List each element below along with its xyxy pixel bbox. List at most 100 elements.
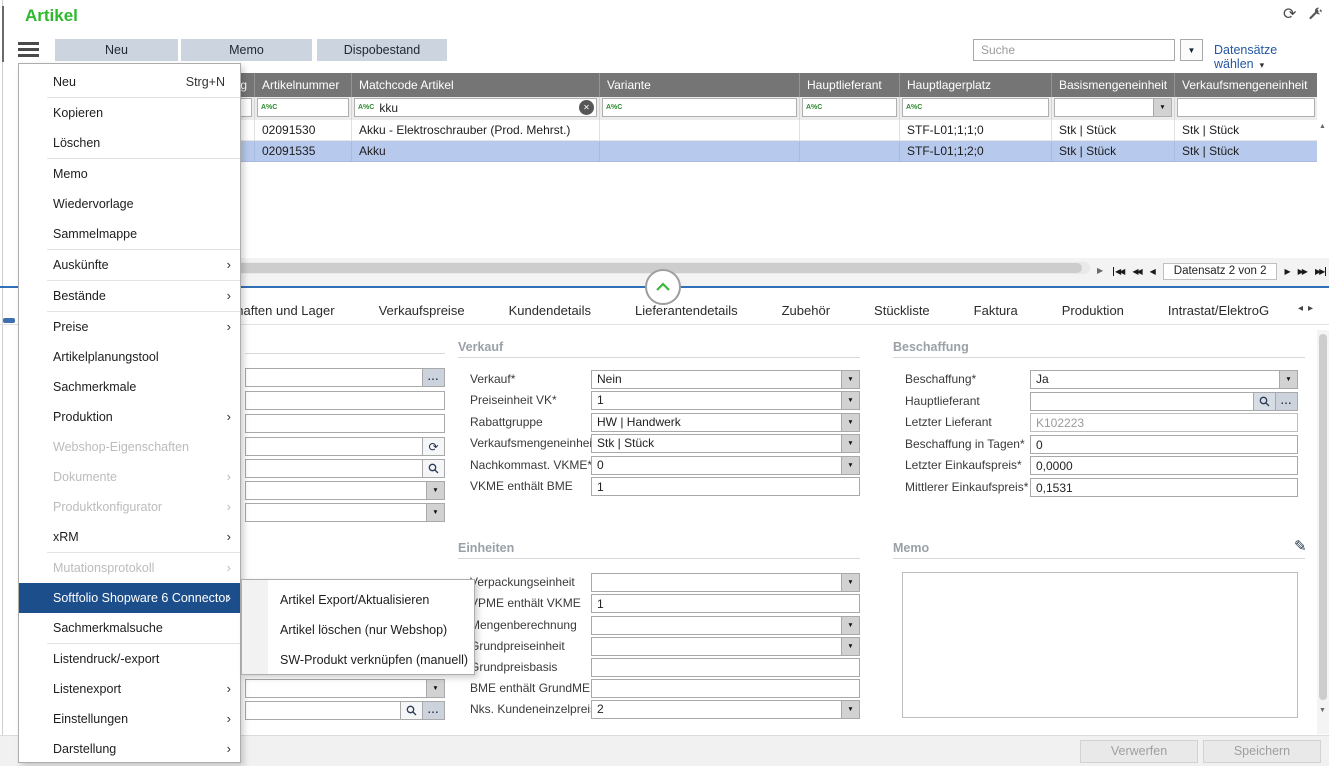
search-filter-dropdown[interactable]: ▼	[1180, 39, 1203, 61]
filter-input-artikelnummer[interactable]	[280, 101, 348, 115]
bme-enthaelt-grundme-input[interactable]	[591, 679, 860, 698]
menu-item-neu[interactable]: NeuStrg+N	[19, 67, 240, 97]
edit-memo-pencil-icon[interactable]: ✎	[1294, 537, 1307, 555]
nav-first-record-icon[interactable]: ◀◀	[1113, 267, 1125, 276]
grundpreisbasis-input[interactable]	[591, 658, 860, 677]
letzter-einkaufspreis-input[interactable]	[1030, 456, 1298, 475]
menu-item-bestaende[interactable]: Bestände›	[19, 281, 240, 311]
left-field-6-dropdown[interactable]: ▼	[245, 481, 445, 500]
neu-button[interactable]: Neu	[55, 39, 178, 61]
clear-filter-icon[interactable]: ✕	[579, 100, 594, 115]
vpme-enthaelt-vkme-input[interactable]	[591, 594, 860, 613]
col-header-matchcode[interactable]: Matchcode Artikel	[352, 73, 600, 97]
tab-intrastat-elektrog[interactable]: Intrastat/ElektroG	[1168, 296, 1269, 326]
mittlerer-einkaufspreis-input[interactable]	[1030, 478, 1298, 497]
verpackungseinheit-select[interactable]: ▼	[591, 573, 860, 592]
search-input[interactable]	[973, 39, 1175, 61]
nav-next-page-icon[interactable]: ▶▶	[1298, 267, 1308, 276]
grundpreiseinheit-select[interactable]: ▼	[591, 637, 860, 656]
wrench-icon[interactable]	[1308, 7, 1323, 27]
verkauf-select[interactable]: Nein▼	[591, 370, 860, 389]
menu-item-listenexport[interactable]: Listenexport›	[19, 674, 240, 704]
memo-textarea[interactable]	[902, 572, 1298, 718]
memo-button[interactable]: Memo	[181, 39, 312, 61]
tab-faktura[interactable]: Faktura	[974, 296, 1018, 326]
vkme-enthaelt-bme-input[interactable]	[591, 477, 860, 496]
refresh-icon[interactable]: ⟳	[1283, 4, 1296, 24]
records-select-button[interactable]: Datensätze wählen▾	[1214, 43, 1329, 71]
menu-item-loeschen[interactable]: Löschen	[19, 128, 240, 158]
ellipsis-button[interactable]: ...	[1276, 392, 1298, 411]
menu-item-xrm[interactable]: xRM›	[19, 522, 240, 552]
menu-item-einstellungen[interactable]: Einstellungen›	[19, 704, 240, 734]
beschaffung-select[interactable]: Ja▼	[1030, 370, 1298, 389]
menu-item-sammelmappe[interactable]: Sammelmappe	[19, 219, 240, 249]
ellipsis-button[interactable]: ...	[423, 701, 445, 720]
col-header-verkaufsmengeneinheit[interactable]: Verkaufsmengeneinheit	[1175, 73, 1317, 97]
scroll-right-icon[interactable]: ▶	[1097, 266, 1103, 275]
tab-scroll-right-icon[interactable]: ▸	[1308, 303, 1318, 314]
tab-produktion[interactable]: Produktion	[1062, 296, 1124, 326]
verkaufsmengeneinheit-select[interactable]: Stk | Stück▼	[591, 434, 860, 453]
nav-prev-page-icon[interactable]: ◀◀	[1132, 267, 1142, 276]
mengenberechnung-select[interactable]: ▼	[591, 616, 860, 635]
submenu-item-sw-produkt-verknuepfen-manuell[interactable]: SW-Produkt verknüpfen (manuell)	[242, 645, 474, 675]
submenu-item-artikel-export-aktualisieren[interactable]: Artikel Export/Aktualisieren	[242, 585, 474, 615]
tab-lieferantendetails[interactable]: Lieferantendetails	[635, 296, 738, 326]
filter-type-icon[interactable]: A%C	[803, 104, 825, 111]
menu-item-softfolio-shopware-6-connector[interactable]: Softfolio Shopware 6 Connector›	[19, 583, 240, 613]
hamburger-menu-icon[interactable]	[18, 42, 39, 60]
filter-type-icon[interactable]: A%C	[258, 104, 280, 111]
rabattgruppe-select[interactable]: HW | Handwerk▼	[591, 413, 860, 432]
menu-item-artikelplanungstool[interactable]: Artikelplanungstool	[19, 342, 240, 372]
left-field-3-input[interactable]	[245, 414, 445, 433]
menu-item-wiedervorlage[interactable]: Wiedervorlage	[19, 189, 240, 219]
filter-input-variante[interactable]	[625, 101, 796, 115]
dispobestand-button[interactable]: Dispobestand	[317, 39, 447, 61]
beschaffung-in-tagen-input[interactable]	[1030, 435, 1298, 454]
verwerfen-button[interactable]: Verwerfen	[1080, 740, 1198, 763]
menu-item-produktion[interactable]: Produktion›	[19, 402, 240, 432]
table-scroll-up-icon[interactable]: ▲	[1319, 123, 1326, 130]
col-header-artikelnummer[interactable]: Artikelnummer	[255, 73, 352, 97]
filter-type-icon[interactable]: A%C	[355, 104, 377, 111]
nav-prev-record-icon[interactable]: ◀	[1150, 267, 1156, 276]
scroll-down-icon[interactable]: ▼	[1319, 707, 1326, 714]
menu-item-memo[interactable]: Memo	[19, 159, 240, 189]
speichern-button[interactable]: Speichern	[1203, 740, 1321, 763]
left-field-8-dropdown[interactable]: ▼	[245, 679, 445, 698]
filter-dropdown-icon[interactable]: ▼	[1153, 99, 1171, 116]
nks-kundeneinzelpreis-select[interactable]: 2▼	[591, 700, 860, 719]
tab-scroll-left-icon[interactable]: ◂	[1298, 303, 1308, 314]
filter-input-basismengeneinheit[interactable]	[1055, 101, 1153, 115]
tab-zubehoer[interactable]: Zubehör	[782, 296, 830, 326]
refresh-field-icon[interactable]: ⟳	[423, 437, 445, 456]
filter-type-icon[interactable]: A%C	[603, 104, 625, 111]
menu-item-sachmerkmalsuche[interactable]: Sachmerkmalsuche	[19, 613, 240, 643]
left-field-2-input[interactable]	[245, 391, 445, 410]
ellipsis-button[interactable]: ...	[423, 368, 445, 387]
filter-input-matchcode[interactable]	[377, 101, 579, 115]
tab-verkaufspreise[interactable]: Verkaufspreise	[379, 296, 465, 326]
filter-type-icon[interactable]: A%C	[903, 104, 925, 111]
nachkommast-vkme-select[interactable]: 0▼	[591, 456, 860, 475]
menu-item-preise[interactable]: Preise›	[19, 312, 240, 342]
filter-input-verkaufsmengeneinheit[interactable]	[1178, 101, 1314, 115]
filter-input-hauptlieferant[interactable]	[825, 101, 896, 115]
v-scrollbar-thumb[interactable]	[1319, 334, 1327, 700]
menu-item-darstellung[interactable]: Darstellung›	[19, 734, 240, 764]
hauptlieferant-input[interactable]	[1030, 392, 1254, 411]
tab-kundendetails[interactable]: Kundendetails	[509, 296, 591, 326]
search-lookup-icon[interactable]	[423, 459, 445, 478]
left-field-4-input[interactable]	[245, 437, 423, 456]
col-header-hauptlieferant[interactable]: Hauptlieferant	[800, 73, 900, 97]
col-header-variante[interactable]: Variante	[600, 73, 800, 97]
submenu-item-artikel-loeschen-nur-webshop[interactable]: Artikel löschen (nur Webshop)	[242, 615, 474, 645]
filter-input-hauptlagerplatz[interactable]	[925, 101, 1048, 115]
tab-stueckliste[interactable]: Stückliste	[874, 296, 930, 326]
nav-next-record-icon[interactable]: ▶	[1284, 267, 1290, 276]
left-field-7-dropdown[interactable]: ▼	[245, 503, 445, 522]
search-lookup-icon[interactable]	[401, 701, 423, 720]
nav-last-record-icon[interactable]: ▶▶	[1315, 267, 1326, 276]
left-field-1-input[interactable]	[245, 368, 423, 387]
